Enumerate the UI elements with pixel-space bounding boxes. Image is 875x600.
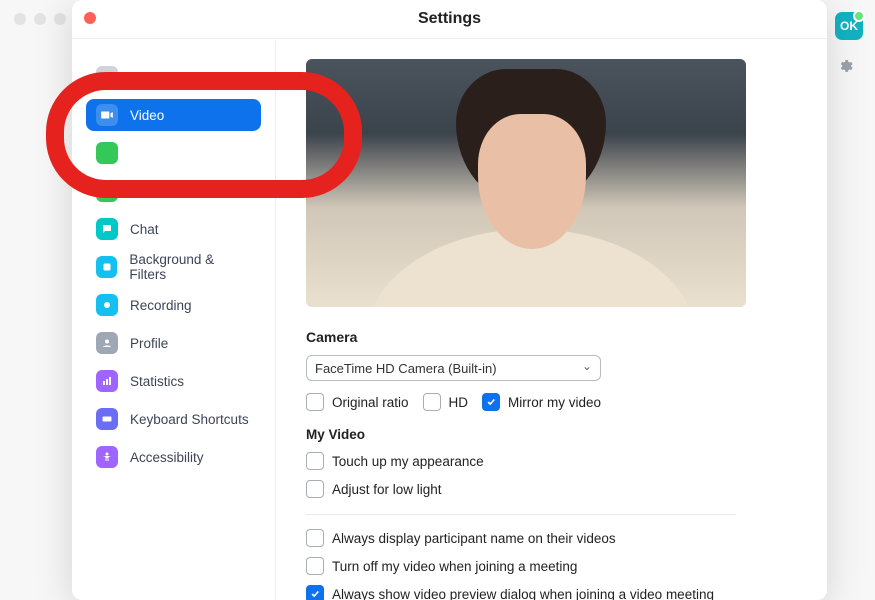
preview-dialog-label: Always show video preview dialog when jo… [332, 587, 714, 600]
video-icon [96, 104, 118, 126]
original-ratio-label: Original ratio [332, 395, 409, 410]
sidebar-item-hidden[interactable] [86, 137, 261, 169]
keyboard-icon [96, 408, 118, 430]
record-icon [96, 294, 118, 316]
settings-content: Camera FaceTime HD Camera (Built-in) ⌄ O… [276, 41, 827, 600]
sidebar-item-accessibility[interactable]: Accessibility [86, 441, 261, 473]
camera-section-title: Camera [306, 329, 805, 345]
avatar-initials: OK [840, 19, 858, 33]
settings-sidebar: General Video Share Screen [72, 41, 276, 600]
mute-video-label: Turn off my video when joining a meeting [332, 559, 577, 574]
touch-up-checkbox[interactable]: Touch up my appearance [306, 452, 805, 470]
sidebar-item-general[interactable]: General [86, 61, 261, 93]
accessibility-icon [96, 446, 118, 468]
chat-icon [96, 218, 118, 240]
camera-select[interactable]: FaceTime HD Camera (Built-in) ⌄ [306, 355, 601, 381]
sidebar-item-chat[interactable]: Chat [86, 213, 261, 245]
sidebar-item-label: Profile [130, 336, 168, 351]
sidebar-item-profile[interactable]: Profile [86, 327, 261, 359]
sidebar-item-label: Chat [130, 222, 159, 237]
window-traffic-lights [14, 12, 74, 28]
touch-up-label: Touch up my appearance [332, 454, 484, 469]
modal-header: Settings [72, 0, 827, 39]
sidebar-item-label: General [130, 70, 178, 85]
video-preview [306, 59, 746, 307]
my-video-section-title: My Video [306, 427, 805, 442]
sidebar-item-label: Keyboard Shortcuts [130, 412, 249, 427]
stats-icon [96, 370, 118, 392]
sidebar-item-background-filters[interactable]: Background & Filters [86, 251, 261, 283]
sidebar-item-keyboard-shortcuts[interactable]: Keyboard Shortcuts [86, 403, 261, 435]
sidebar-item-label: Background & Filters [129, 252, 251, 282]
show-name-checkbox[interactable]: Always display participant name on their… [306, 529, 805, 547]
low-light-label: Adjust for low light [332, 482, 442, 497]
sidebar-item-label: Accessibility [130, 450, 204, 465]
mirror-label: Mirror my video [508, 395, 601, 410]
gear-small-icon [96, 66, 118, 88]
gear-icon[interactable] [837, 58, 853, 77]
sidebar-item-label: Video [130, 108, 164, 123]
profile-icon [96, 332, 118, 354]
hidden-icon [96, 142, 118, 164]
sidebar-item-label: Share Screen [130, 184, 213, 199]
sidebar-item-video[interactable]: Video [86, 99, 261, 131]
background-icon [96, 256, 117, 278]
sidebar-item-label: Recording [130, 298, 192, 313]
sidebar-item-share-screen[interactable]: Share Screen [86, 175, 261, 207]
mute-video-checkbox[interactable]: Turn off my video when joining a meeting [306, 557, 805, 575]
original-ratio-checkbox[interactable]: Original ratio [306, 393, 409, 411]
hd-label: HD [449, 395, 469, 410]
show-name-label: Always display participant name on their… [332, 531, 616, 546]
share-screen-icon [96, 180, 118, 202]
sidebar-item-label: Statistics [130, 374, 184, 389]
hd-checkbox[interactable]: HD [423, 393, 469, 411]
settings-modal: Settings General Video [72, 0, 827, 600]
preview-dialog-checkbox[interactable]: Always show video preview dialog when jo… [306, 585, 805, 600]
sidebar-item-statistics[interactable]: Statistics [86, 365, 261, 397]
close-icon[interactable] [84, 12, 96, 24]
sidebar-item-recording[interactable]: Recording [86, 289, 261, 321]
divider [306, 514, 736, 515]
chevron-down-icon: ⌄ [582, 359, 592, 373]
modal-title: Settings [418, 10, 481, 28]
low-light-checkbox[interactable]: Adjust for low light [306, 480, 805, 498]
camera-selected-value: FaceTime HD Camera (Built-in) [315, 361, 497, 376]
avatar[interactable]: OK [835, 12, 863, 40]
mirror-checkbox[interactable]: Mirror my video [482, 393, 601, 411]
